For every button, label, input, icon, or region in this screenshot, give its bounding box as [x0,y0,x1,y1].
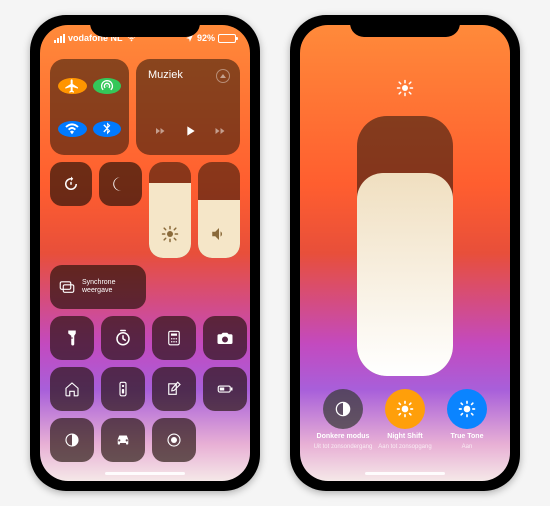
low-power-button[interactable] [203,367,247,411]
screen-brightness-detail: Donkere modus Uit tot zonsondergang Nigh… [300,25,510,481]
screen-record-button[interactable] [152,418,196,462]
screen-mirroring-button[interactable]: Synchrone weergave [50,265,146,309]
carplay-button[interactable] [101,418,145,462]
volume-slider[interactable] [198,162,240,258]
orientation-lock-button[interactable] [50,162,92,206]
brightness-slider-large[interactable] [357,116,453,376]
phone-control-center: vodafone NL 92% [30,15,260,491]
true-tone-label: True Tone [451,433,484,441]
home-indicator[interactable] [365,472,445,475]
brightness-icon [396,79,414,102]
screen-control-center: vodafone NL 92% [40,25,250,481]
night-shift-icon [385,389,425,429]
airplane-toggle[interactable] [58,78,87,94]
dark-mode-button[interactable] [50,418,94,462]
next-track-button[interactable] [212,125,228,137]
play-button[interactable] [182,123,198,139]
dark-mode-circle-icon [323,389,363,429]
prev-track-button[interactable] [152,125,168,137]
bluetooth-toggle[interactable] [93,121,122,137]
camera-button[interactable] [203,316,247,360]
music-title: Muziek [148,69,183,81]
dark-mode-label: Donkere modus [317,433,370,441]
screen-mirroring-label: Synchrone weergave [82,279,138,294]
cellular-toggle[interactable] [93,78,122,94]
true-tone-option[interactable]: True Tone Aan [436,389,498,451]
home-button[interactable] [50,367,94,411]
timer-button[interactable] [101,316,145,360]
dark-mode-sub: Uit tot zonsondergang [314,444,373,451]
brightness-slider[interactable] [149,162,191,258]
night-shift-sub: Aan tot zonsopgang [378,444,431,451]
home-indicator[interactable] [105,472,185,475]
night-shift-option[interactable]: Night Shift Aan tot zonsopgang [374,389,436,451]
music-tile[interactable]: Muziek [136,59,240,155]
notch [90,15,200,37]
battery-icon [218,34,236,43]
notes-button[interactable] [152,367,196,411]
phone-brightness-detail: Donkere modus Uit tot zonsondergang Nigh… [290,15,520,491]
dark-mode-option[interactable]: Donkere modus Uit tot zonsondergang [312,389,374,451]
notch [350,15,460,37]
calculator-button[interactable] [152,316,196,360]
connectivity-tile[interactable] [50,59,129,155]
true-tone-icon [447,389,487,429]
night-shift-label: Night Shift [387,433,422,441]
true-tone-sub: Aan [462,444,473,451]
wifi-toggle[interactable] [58,121,87,137]
flashlight-button[interactable] [50,316,94,360]
airplay-icon[interactable] [216,69,230,83]
battery-pct: 92% [197,33,215,43]
remote-button[interactable] [101,367,145,411]
signal-icon [54,34,65,43]
do-not-disturb-button[interactable] [99,162,141,206]
